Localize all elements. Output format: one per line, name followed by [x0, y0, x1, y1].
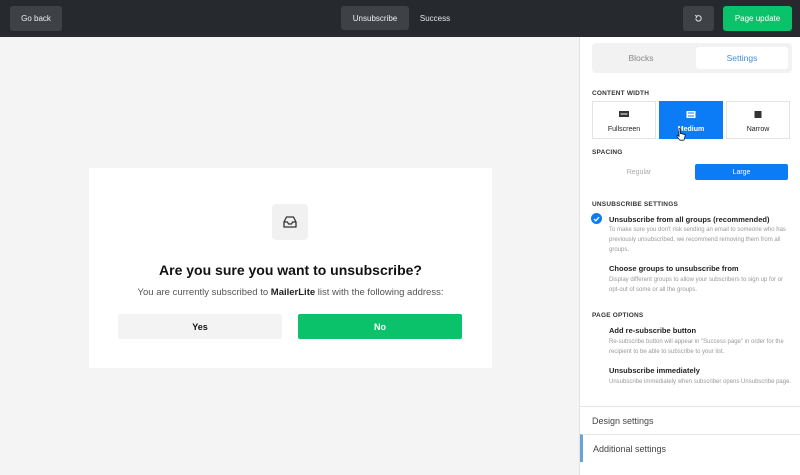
panel-tabs: Blocks Settings [592, 43, 792, 73]
option-title-unsubscribe-all[interactable]: Unsubscribe from all groups (recommended… [609, 215, 769, 224]
option-desc-choose-groups: Display different groups to allow your s… [609, 277, 783, 293]
yes-button[interactable]: Yes [118, 314, 282, 339]
tab-success[interactable]: Success [413, 6, 457, 30]
width-option-narrow[interactable]: Narrow [726, 101, 790, 139]
unsubscribe-card: Are you sure you want to unsubscribe? Yo… [89, 168, 492, 368]
page-preview-canvas: Are you sure you want to unsubscribe? Yo… [0, 37, 579, 475]
unsubscribe-heading: Are you sure you want to unsubscribe? [159, 262, 422, 278]
go-back-button[interactable]: Go back [10, 6, 62, 31]
spacing-regular-option[interactable]: Regular [594, 164, 684, 180]
tab-settings[interactable]: Settings [696, 47, 788, 69]
fullscreen-width-icon [619, 111, 629, 117]
option-title-resubscribe[interactable]: Add re-subscribe button [609, 326, 696, 335]
unsubscribe-text: You are currently subscribed to MailerLi… [89, 287, 492, 298]
content-width-heading: CONTENT WIDTH [592, 90, 650, 97]
option-desc-unsubscribe-all: To make sure you don't risk sending an e… [609, 227, 786, 253]
option-title-choose-groups[interactable]: Choose groups to unsubscribe from [609, 264, 739, 273]
additional-settings-row[interactable]: Additional settings [580, 434, 800, 462]
text-before: You are currently subscribed to [137, 287, 269, 298]
text-after: list with the following address: [317, 287, 444, 298]
inbox-icon [283, 216, 297, 228]
option-desc-unsubscribe-immediately: Unsubscribe immediately when subscriber … [609, 379, 792, 385]
option-desc-resubscribe: Re-subscribe button will appear in "Succ… [609, 339, 784, 355]
inbox-icon-container [272, 204, 308, 240]
design-settings-row[interactable]: Design settings [580, 406, 800, 434]
history-icon [694, 14, 702, 22]
spacing-heading: SPACING [592, 149, 623, 156]
option-title-unsubscribe-immediately[interactable]: Unsubscribe immediately [609, 366, 700, 375]
history-button[interactable] [683, 6, 714, 31]
page-update-button[interactable]: Page update [723, 6, 792, 31]
brand-name: MailerLite [270, 287, 316, 298]
width-option-label: Medium [677, 126, 705, 133]
width-option-fullscreen[interactable]: Fullscreen [592, 101, 656, 139]
narrow-width-icon [754, 111, 762, 118]
checkbox-unsubscribe-all[interactable] [591, 213, 602, 224]
width-option-label: Fullscreen [607, 126, 641, 133]
tab-unsubscribe[interactable]: Unsubscribe [341, 6, 409, 30]
unsubscribe-settings-heading: UNSUBSCRIBE SETTINGS [592, 201, 678, 208]
medium-width-icon [686, 111, 696, 118]
page-options-heading: PAGE OPTIONS [592, 312, 644, 319]
width-option-medium[interactable]: Medium [659, 101, 723, 139]
spacing-large-option[interactable]: Large [695, 164, 788, 180]
top-toolbar: Go back Unsubscribe Success Page update [0, 0, 800, 37]
check-icon [593, 216, 600, 222]
no-button[interactable]: No [298, 314, 462, 339]
width-option-label: Narrow [746, 126, 770, 133]
mouse-cursor-icon [676, 128, 686, 141]
tab-blocks[interactable]: Blocks [596, 47, 686, 69]
settings-panel: Blocks Settings CONTENT WIDTH Fullscreen… [579, 37, 800, 475]
